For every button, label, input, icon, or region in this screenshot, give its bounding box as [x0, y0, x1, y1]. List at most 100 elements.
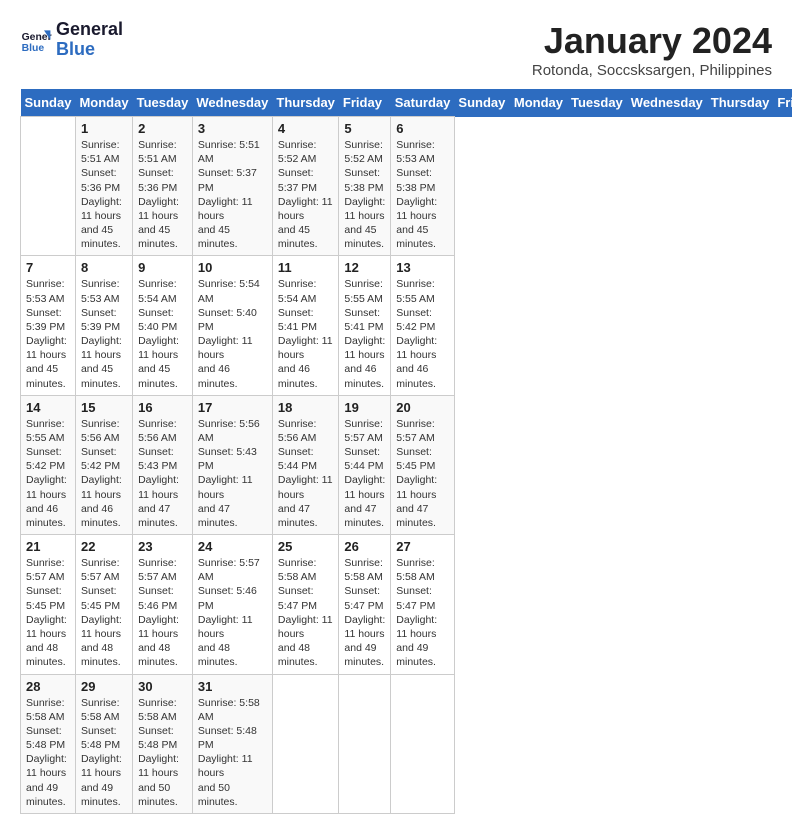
day-info: Sunrise: 5:58 AMSunset: 5:47 PMDaylight:… [278, 556, 334, 669]
calendar-table: SundayMondayTuesdayWednesdayThursdayFrid… [20, 89, 792, 814]
day-info: Sunrise: 5:54 AMSunset: 5:41 PMDaylight:… [278, 277, 334, 390]
day-number: 3 [198, 121, 267, 136]
calendar-week-4: 21 Sunrise: 5:57 AMSunset: 5:45 PMDayligh… [21, 535, 792, 674]
header-wednesday: Wednesday [192, 89, 272, 117]
calendar-cell: 1Sunrise: 5:51 AMSunset: 5:36 PMDaylight… [75, 117, 132, 256]
day-info: Sunrise: 5:52 AMSunset: 5:38 PMDaylight:… [344, 138, 385, 251]
calendar-cell: 3 Sunrise: 5:51 AMSunset: 5:37 PMDaylight… [192, 117, 272, 256]
day-number: 26 [344, 539, 385, 554]
day-number: 4 [278, 121, 334, 136]
svg-text:Blue: Blue [22, 43, 45, 54]
calendar-cell: 21 Sunrise: 5:57 AMSunset: 5:45 PMDayligh… [21, 535, 76, 674]
month-title: January 2024 [532, 20, 772, 62]
calendar-cell: 14Sunrise: 5:55 AMSunset: 5:42 PMDayligh… [21, 395, 76, 534]
day-info: Sunrise: 5:51 AMSunset: 5:36 PMDaylight:… [81, 138, 127, 251]
day-info: Sunrise: 5:58 AMSunset: 5:47 PMDaylight:… [344, 556, 385, 669]
day-number: 30 [138, 679, 187, 694]
calendar-cell: 24Sunrise: 5:57 AMSunset: 5:46 PMDayligh… [192, 535, 272, 674]
header-friday: Friday [339, 89, 391, 117]
header: General Blue General Blue January 2024 R… [20, 20, 772, 79]
calendar-cell: 25 Sunrise: 5:58 AMSunset: 5:47 PMDayligh… [272, 535, 339, 674]
day-number: 13 [396, 260, 449, 275]
day-info: Sunrise: 5:51 AMSunset: 5:37 PMDaylight:… [198, 138, 267, 251]
day-number: 10 [198, 260, 267, 275]
day-number: 31 [198, 679, 267, 694]
calendar-cell: 28 Sunrise: 5:58 AMSunset: 5:48 PMDayligh… [21, 674, 76, 813]
calendar-cell: 13 Sunrise: 5:55 AMSunset: 5:42 PMDayligh… [391, 256, 455, 395]
day-number: 8 [81, 260, 127, 275]
day-info: Sunrise: 5:55 AMSunset: 5:42 PMDaylight:… [396, 277, 449, 390]
day-number: 16 [138, 400, 187, 415]
day-info: Sunrise: 5:55 AMSunset: 5:41 PMDaylight:… [344, 277, 385, 390]
day-info: Sunrise: 5:57 AMSunset: 5:46 PMDaylight:… [198, 556, 267, 669]
day-number: 9 [138, 260, 187, 275]
calendar-cell: 17 Sunrise: 5:56 AMSunset: 5:43 PMDayligh… [192, 395, 272, 534]
day-number: 7 [26, 260, 70, 275]
day-info: Sunrise: 5:57 AMSunset: 5:45 PMDaylight:… [26, 556, 70, 669]
day-info: Sunrise: 5:58 AMSunset: 5:48 PMDaylight:… [26, 696, 70, 809]
day-number: 17 [198, 400, 267, 415]
calendar-week-3: 14Sunrise: 5:55 AMSunset: 5:42 PMDayligh… [21, 395, 792, 534]
calendar-cell: 9 Sunrise: 5:54 AMSunset: 5:40 PMDaylight… [133, 256, 193, 395]
header-saturday: Saturday [391, 89, 455, 117]
calendar-cell [21, 117, 76, 256]
calendar-cell: 8 Sunrise: 5:53 AMSunset: 5:39 PMDaylight… [75, 256, 132, 395]
calendar-cell: 11Sunrise: 5:54 AMSunset: 5:41 PMDayligh… [272, 256, 339, 395]
location-title: Rotonda, Soccsksargen, Philippines [532, 62, 772, 79]
calendar-cell: 31 Sunrise: 5:58 AMSunset: 5:48 PMDayligh… [192, 674, 272, 813]
calendar-cell: 22Sunrise: 5:57 AMSunset: 5:45 PMDayligh… [75, 535, 132, 674]
day-number: 28 [26, 679, 70, 694]
day-number: 14 [26, 400, 70, 415]
day-info: Sunrise: 5:54 AMSunset: 5:40 PMDaylight:… [138, 277, 187, 390]
header-day-wednesday: Wednesday [627, 89, 707, 117]
day-info: Sunrise: 5:54 AMSunset: 5:40 PMDaylight:… [198, 277, 267, 390]
calendar-cell: 12 Sunrise: 5:55 AMSunset: 5:41 PMDayligh… [339, 256, 391, 395]
day-info: Sunrise: 5:56 AMSunset: 5:43 PMDaylight:… [198, 417, 267, 530]
header-sunday: Sunday [21, 89, 76, 117]
day-info: Sunrise: 5:53 AMSunset: 5:39 PMDaylight:… [81, 277, 127, 390]
calendar-header-row: SundayMondayTuesdayWednesdayThursdayFrid… [21, 89, 792, 117]
calendar-cell: 6 Sunrise: 5:53 AMSunset: 5:38 PMDaylight… [391, 117, 455, 256]
day-number: 12 [344, 260, 385, 275]
calendar-cell: 10 Sunrise: 5:54 AMSunset: 5:40 PMDayligh… [192, 256, 272, 395]
day-info: Sunrise: 5:58 AMSunset: 5:48 PMDaylight:… [81, 696, 127, 809]
calendar-cell [391, 674, 455, 813]
day-number: 21 [26, 539, 70, 554]
header-monday: Monday [75, 89, 132, 117]
calendar-cell: 18Sunrise: 5:56 AMSunset: 5:44 PMDayligh… [272, 395, 339, 534]
header-thursday: Thursday [272, 89, 339, 117]
day-number: 27 [396, 539, 449, 554]
day-info: Sunrise: 5:52 AMSunset: 5:37 PMDaylight:… [278, 138, 334, 251]
day-info: Sunrise: 5:56 AMSunset: 5:44 PMDaylight:… [278, 417, 334, 530]
header-day-tuesday: Tuesday [567, 89, 627, 117]
calendar-cell: 27 Sunrise: 5:58 AMSunset: 5:47 PMDayligh… [391, 535, 455, 674]
day-info: Sunrise: 5:58 AMSunset: 5:48 PMDaylight:… [198, 696, 267, 809]
calendar-cell: 23 Sunrise: 5:57 AMSunset: 5:46 PMDayligh… [133, 535, 193, 674]
calendar-cell: 30 Sunrise: 5:58 AMSunset: 5:48 PMDayligh… [133, 674, 193, 813]
logo-line1: General [56, 20, 123, 40]
day-info: Sunrise: 5:57 AMSunset: 5:45 PMDaylight:… [396, 417, 449, 530]
calendar-week-5: 28 Sunrise: 5:58 AMSunset: 5:48 PMDayligh… [21, 674, 792, 813]
day-info: Sunrise: 5:58 AMSunset: 5:47 PMDaylight:… [396, 556, 449, 669]
day-number: 15 [81, 400, 127, 415]
day-info: Sunrise: 5:53 AMSunset: 5:38 PMDaylight:… [396, 138, 449, 251]
header-day-sunday: Sunday [454, 89, 509, 117]
day-number: 23 [138, 539, 187, 554]
calendar-cell: 2Sunrise: 5:51 AMSunset: 5:36 PMDaylight… [133, 117, 193, 256]
day-number: 5 [344, 121, 385, 136]
day-number: 25 [278, 539, 334, 554]
day-number: 22 [81, 539, 127, 554]
day-info: Sunrise: 5:56 AMSunset: 5:42 PMDaylight:… [81, 417, 127, 530]
day-info: Sunrise: 5:53 AMSunset: 5:39 PMDaylight:… [26, 277, 70, 390]
day-info: Sunrise: 5:57 AMSunset: 5:46 PMDaylight:… [138, 556, 187, 669]
day-info: Sunrise: 5:58 AMSunset: 5:48 PMDaylight:… [138, 696, 187, 809]
day-info: Sunrise: 5:56 AMSunset: 5:43 PMDaylight:… [138, 417, 187, 530]
logo-text: General Blue [56, 20, 123, 60]
calendar-cell: 15 Sunrise: 5:56 AMSunset: 5:42 PMDayligh… [75, 395, 132, 534]
logo-line2: Blue [56, 40, 123, 60]
day-number: 6 [396, 121, 449, 136]
day-info: Sunrise: 5:51 AMSunset: 5:36 PMDaylight:… [138, 138, 187, 251]
calendar-cell: 20Sunrise: 5:57 AMSunset: 5:45 PMDayligh… [391, 395, 455, 534]
title-area: January 2024 Rotonda, Soccsksargen, Phil… [532, 20, 772, 79]
calendar-cell [272, 674, 339, 813]
